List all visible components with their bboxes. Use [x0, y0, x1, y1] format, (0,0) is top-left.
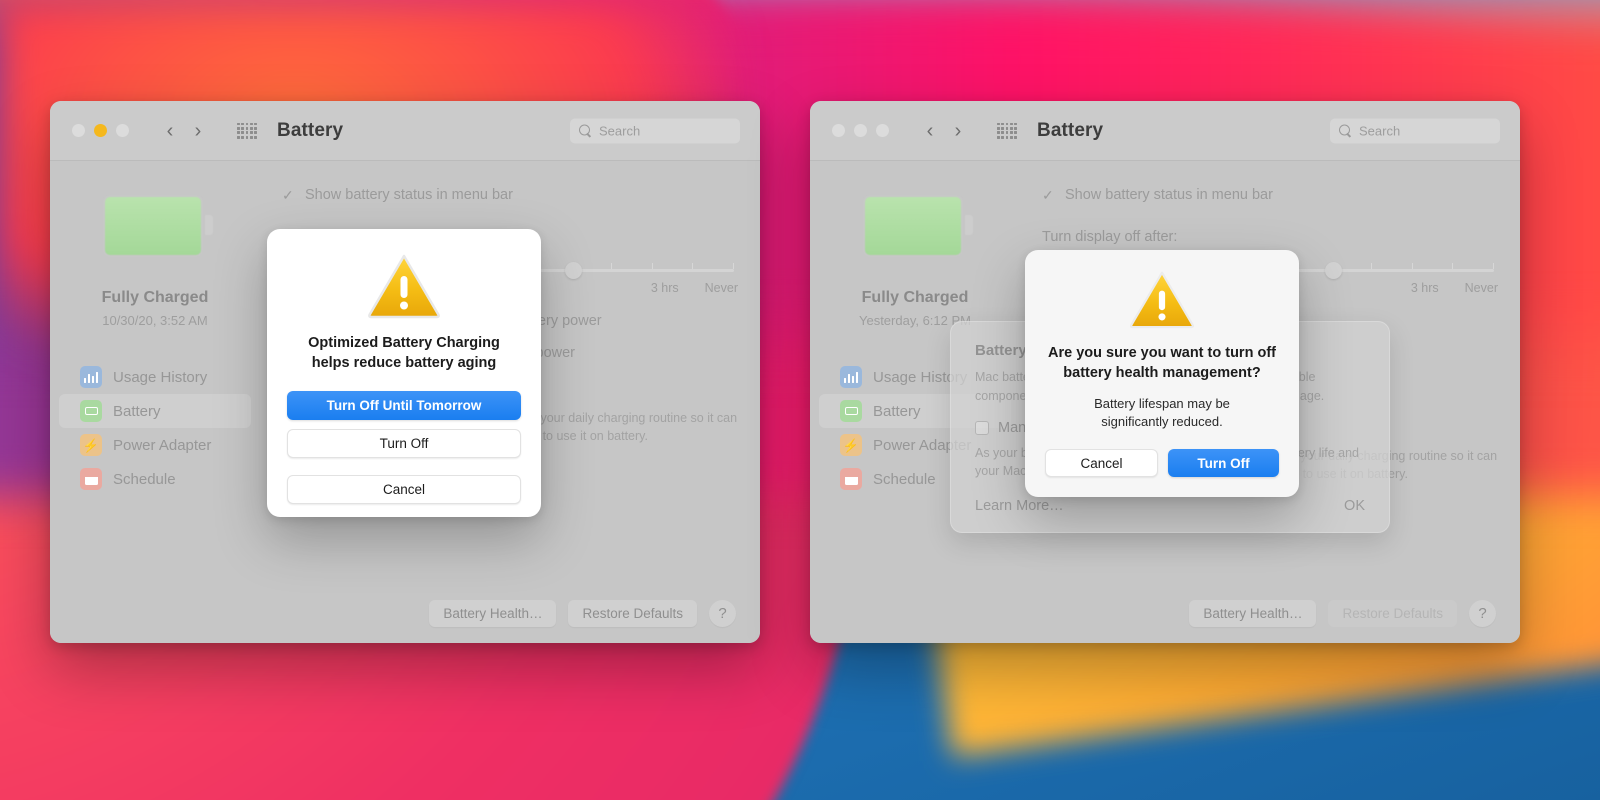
- display-off-label-right: Turn display off after:: [1042, 229, 1178, 245]
- checkmark-icon: ✓: [282, 187, 294, 203]
- dialog-b-subtitle: Battery lifespan may be significantly re…: [1045, 395, 1279, 431]
- search-icon: [579, 124, 592, 137]
- window-footer-right: Battery Health… Restore Defaults ?: [810, 600, 1520, 627]
- battery-icon: [840, 400, 862, 422]
- slider-mid-label-left: 3 hrs: [650, 281, 679, 295]
- power-adapter-icon: ⚡: [80, 434, 102, 456]
- show-all-grid-icon[interactable]: [997, 122, 1017, 139]
- window-footer-left: Battery Health… Restore Defaults ?: [50, 600, 760, 627]
- help-button-right[interactable]: ?: [1469, 600, 1496, 627]
- battery-icon: [80, 400, 102, 422]
- sidebar-label-power-adapter: Power Adapter: [113, 436, 212, 454]
- slider-mid-label-right: 3 hrs: [1410, 281, 1439, 295]
- dialog-b-title-line1: Are you sure you want to turn off: [1048, 345, 1276, 361]
- turn-off-button[interactable]: Turn Off: [287, 429, 521, 458]
- turn-off-until-tomorrow-button[interactable]: Turn Off Until Tomorrow: [287, 391, 521, 420]
- sidebar-label-usage-history: Usage History: [113, 368, 208, 386]
- dialog-b-sub-line2: significantly reduced.: [1101, 414, 1223, 430]
- forward-chevron-icon[interactable]: ›: [187, 120, 209, 142]
- slider-knob[interactable]: [1324, 262, 1342, 279]
- search-placeholder-left: Search: [599, 123, 641, 138]
- sidebar-item-battery[interactable]: Battery: [59, 394, 251, 428]
- back-chevron-icon[interactable]: ‹: [159, 120, 181, 142]
- sidebar-item-usage-history[interactable]: Usage History: [59, 360, 251, 394]
- close-button-icon[interactable]: [72, 124, 85, 137]
- checkmark-icon: ✓: [1042, 187, 1054, 203]
- cancel-button[interactable]: Cancel: [287, 475, 521, 504]
- minimize-button-icon[interactable]: [94, 124, 107, 137]
- menubar-status-label-left: Show battery status in menu bar: [305, 187, 513, 203]
- battery-time-label-left: 10/30/20, 3:52 AM: [102, 313, 208, 328]
- search-placeholder-right: Search: [1359, 123, 1401, 138]
- nav-buttons-right[interactable]: ‹ ›: [919, 120, 969, 142]
- menubar-status-checkbox-row-right[interactable]: ✓ Show battery status in menu bar: [1042, 187, 1498, 203]
- slider-max-label-left: Never: [704, 281, 738, 295]
- window-title-left: Battery: [277, 119, 344, 141]
- warning-triangle-icon: [1129, 270, 1195, 329]
- dialog-a-title-line2: helps reduce battery aging: [311, 355, 497, 371]
- sidebar-label-battery: Battery: [873, 402, 921, 420]
- menubar-status-checkbox-row-left[interactable]: ✓ Show battery status in menu bar: [282, 187, 738, 203]
- dialog-b-sub-line1: Battery lifespan may be: [1094, 396, 1230, 411]
- zoom-button-icon[interactable]: [116, 124, 129, 137]
- forward-chevron-icon[interactable]: ›: [947, 120, 969, 142]
- show-all-grid-icon[interactable]: [237, 122, 257, 139]
- sidebar-left: Fully Charged 10/30/20, 3:52 AM Usage Hi…: [50, 161, 260, 643]
- sidebar-label-schedule: Schedule: [113, 470, 176, 488]
- dialog-b-buttons: Cancel Turn Off: [1045, 449, 1279, 478]
- window-titlebar-left: ‹ › Battery Search: [50, 101, 760, 161]
- usage-history-icon: [840, 366, 862, 388]
- slider-max-label-right: Never: [1464, 281, 1498, 295]
- traffic-lights-right[interactable]: [832, 124, 889, 137]
- schedule-icon: [840, 468, 862, 490]
- window-title-right: Battery: [1037, 119, 1104, 141]
- search-icon: [1339, 124, 1352, 137]
- unchecked-box-icon: [975, 420, 989, 435]
- slider-knob[interactable]: [564, 262, 582, 279]
- cancel-button[interactable]: Cancel: [1045, 449, 1158, 478]
- battery-health-confirm-dialog[interactable]: Are you sure you want to turn off batter…: [1025, 250, 1299, 497]
- schedule-icon: [80, 468, 102, 490]
- power-adapter-icon: ⚡: [840, 434, 862, 456]
- zoom-button-icon[interactable]: [876, 124, 889, 137]
- battery-health-button-left[interactable]: Battery Health…: [429, 600, 557, 627]
- traffic-lights-left[interactable]: [72, 124, 129, 137]
- battery-state-label-left: Fully Charged: [101, 289, 209, 306]
- popover-buttons: Learn More… OK: [975, 498, 1365, 514]
- close-button-icon[interactable]: [832, 124, 845, 137]
- battery-state-label-right: Fully Charged: [861, 289, 969, 306]
- battery-health-button-right[interactable]: Battery Health…: [1189, 600, 1317, 627]
- warning-triangle-icon: [367, 253, 441, 319]
- dialog-b-title-line2: battery health management?: [1063, 365, 1261, 381]
- restore-defaults-button-left[interactable]: Restore Defaults: [568, 600, 697, 627]
- dialog-a-title: Optimized Battery Charging helps reduce …: [287, 333, 521, 373]
- dialog-a-title-line1: Optimized Battery Charging: [308, 335, 500, 351]
- battery-graphic-icon: [863, 195, 973, 257]
- popover-learn-more-link[interactable]: Learn More…: [975, 498, 1064, 514]
- search-input-left[interactable]: Search: [570, 118, 740, 143]
- usage-history-icon: [80, 366, 102, 388]
- battery-graphic-icon: [103, 195, 213, 257]
- menubar-status-label-right: Show battery status in menu bar: [1065, 187, 1273, 203]
- sidebar-label-schedule: Schedule: [873, 470, 936, 488]
- dialog-a-buttons: Turn Off Until Tomorrow Turn Off Cancel: [287, 391, 521, 504]
- nav-buttons-left[interactable]: ‹ ›: [159, 120, 209, 142]
- turn-off-button[interactable]: Turn Off: [1168, 449, 1279, 478]
- desktop-wallpaper: ‹ › Battery Search Fully Charged 10/30/2…: [0, 0, 1600, 800]
- dialog-b-title: Are you sure you want to turn off batter…: [1045, 343, 1279, 383]
- sidebar-label-battery: Battery: [113, 402, 161, 420]
- popover-ok-button[interactable]: OK: [1344, 498, 1365, 514]
- sidebar-list-left: Usage History Battery ⚡ Power Adapter Sc…: [50, 360, 260, 496]
- sidebar-item-schedule[interactable]: Schedule: [59, 462, 251, 496]
- help-button-left[interactable]: ?: [709, 600, 736, 627]
- back-chevron-icon[interactable]: ‹: [919, 120, 941, 142]
- optimized-battery-charging-dialog[interactable]: Optimized Battery Charging helps reduce …: [267, 229, 541, 517]
- sidebar-item-power-adapter[interactable]: ⚡ Power Adapter: [59, 428, 251, 462]
- restore-defaults-button-right: Restore Defaults: [1328, 600, 1457, 627]
- window-titlebar-right: ‹ › Battery Search: [810, 101, 1520, 161]
- minimize-button-icon[interactable]: [854, 124, 867, 137]
- search-input-right[interactable]: Search: [1330, 118, 1500, 143]
